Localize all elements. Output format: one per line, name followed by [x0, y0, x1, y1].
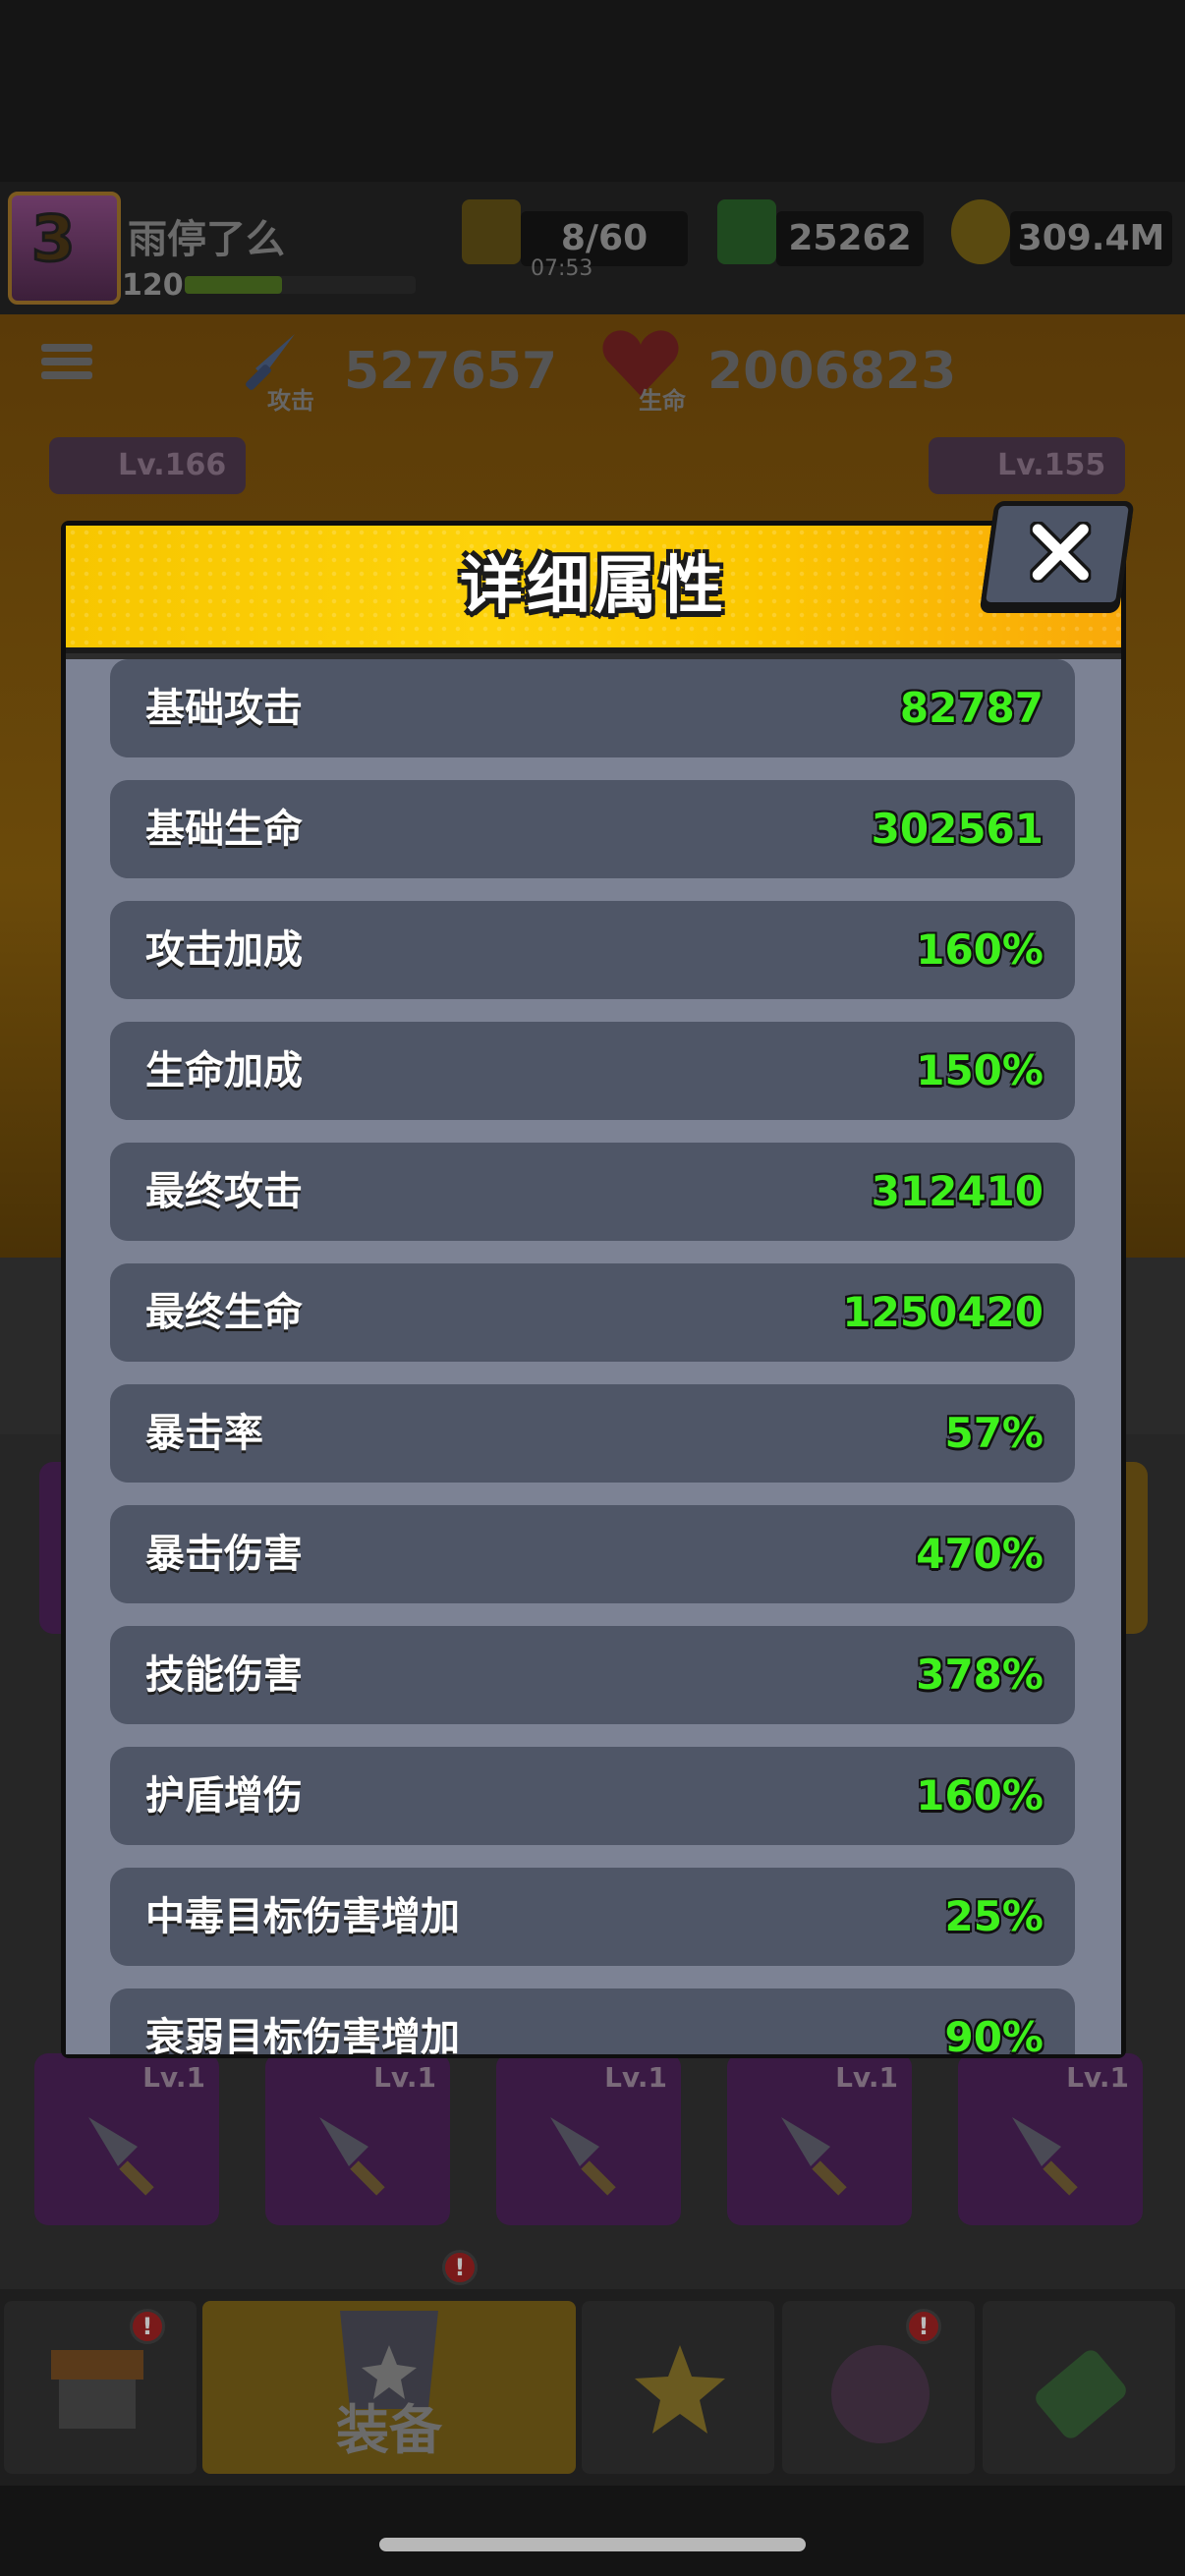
- equipment-card[interactable]: Lv.1: [727, 2053, 912, 2225]
- right-slot-level[interactable]: Lv.155: [929, 437, 1125, 494]
- pets-alert-badge: !: [906, 2309, 941, 2344]
- card-level: Lv.1: [1066, 2061, 1129, 2094]
- attribute-label: 中毒目标伤害增加: [145, 1894, 460, 1939]
- attribute-row: 生命加成 150%: [110, 1022, 1075, 1120]
- kunai-icon: [88, 2117, 154, 2196]
- attribute-value: 160%: [916, 925, 1044, 974]
- kunai-icon: [781, 2117, 847, 2196]
- attribute-label: 生命加成: [145, 1048, 303, 1093]
- coin-counter: 309.4M: [1010, 211, 1172, 266]
- attribute-row: 衰弱目标伤害增加 90%: [110, 1988, 1075, 2054]
- gem-counter: 25262: [776, 211, 924, 266]
- attribute-value: 1250420: [842, 1288, 1044, 1336]
- nav-equipment-label: 装备: [336, 2399, 442, 2461]
- attribute-row: 中毒目标伤害增加 25%: [110, 1868, 1075, 1966]
- shop-alert-badge: !: [130, 2309, 165, 2344]
- attribute-value: 312410: [871, 1167, 1044, 1215]
- attribute-row: 最终生命 1250420: [110, 1263, 1075, 1362]
- player-avatar[interactable]: 3: [8, 192, 121, 305]
- left-slot-level[interactable]: Lv.166: [49, 437, 246, 494]
- attribute-row: 暴击伤害 470%: [110, 1505, 1075, 1603]
- attribute-value: 302561: [871, 805, 1044, 853]
- attribute-row: 护盾增伤 160%: [110, 1747, 1075, 1845]
- energy-timer: 07:53: [531, 256, 593, 281]
- attributes-modal: 详细属性 基础攻击 82787 基础生命 302561 攻击加成 160% 生命…: [61, 521, 1126, 2058]
- attack-total-value: 527657: [344, 342, 558, 401]
- player-level: 120: [122, 268, 184, 303]
- attribute-list[interactable]: 基础攻击 82787 基础生命 302561 攻击加成 160% 生命加成 15…: [66, 659, 1121, 2054]
- attribute-row: 攻击加成 160%: [110, 901, 1075, 999]
- attribute-row: 基础攻击 82787: [110, 659, 1075, 757]
- kunai-icon: [550, 2117, 616, 2196]
- hp-total-label: 生命: [639, 387, 686, 415]
- top-resource-bar: 3 雨停了么 120 8/60 07:53 25262 309.4M: [0, 182, 1185, 314]
- orb-icon: [831, 2345, 930, 2443]
- nav-gene[interactable]: [983, 2301, 1175, 2474]
- attribute-label: 最终生命: [145, 1290, 303, 1335]
- dna-scroll-icon: [1036, 2350, 1126, 2438]
- kunai-icon: [319, 2117, 385, 2196]
- attribute-value: 90%: [944, 2013, 1044, 2054]
- attribute-label: 技能伤害: [145, 1652, 303, 1698]
- star-swords-icon: [635, 2345, 725, 2434]
- card-level: Lv.1: [604, 2061, 667, 2094]
- attribute-label: 暴击伤害: [145, 1532, 303, 1577]
- attribute-label: 基础攻击: [145, 686, 303, 731]
- attribute-label: 攻击加成: [145, 927, 303, 973]
- attribute-value: 150%: [916, 1046, 1044, 1094]
- attribute-label: 暴击率: [145, 1411, 263, 1456]
- equipment-alert-badge: !: [442, 2250, 478, 2285]
- modal-header: 详细属性: [66, 526, 1121, 653]
- attack-total-label: 攻击: [267, 387, 314, 415]
- attribute-value: 378%: [916, 1651, 1044, 1699]
- energy-icon[interactable]: [462, 199, 521, 264]
- attribute-label: 基础生命: [145, 807, 303, 852]
- coin-icon[interactable]: [951, 199, 1010, 264]
- hp-total-value: 2006823: [707, 342, 957, 401]
- close-button[interactable]: [980, 501, 1135, 607]
- nav-skills[interactable]: [582, 2301, 774, 2474]
- attribute-label: 最终攻击: [145, 1169, 303, 1214]
- modal-title: 详细属性: [460, 550, 727, 623]
- nav-pets[interactable]: !: [782, 2301, 975, 2474]
- bottom-navigation: ! ! 装备 !: [0, 2250, 1185, 2486]
- attribute-label: 护盾增伤: [145, 1773, 303, 1819]
- kunai-icon: [1012, 2117, 1078, 2196]
- attribute-value: 57%: [944, 1409, 1044, 1457]
- card-level: Lv.1: [835, 2061, 898, 2094]
- equipment-card[interactable]: Lv.1: [34, 2053, 219, 2225]
- nav-equipment[interactable]: ! 装备: [202, 2250, 576, 2474]
- home-indicator[interactable]: [379, 2538, 806, 2551]
- attribute-label: 衰弱目标伤害增加: [145, 2015, 460, 2054]
- status-bar-area: [0, 0, 1185, 182]
- attribute-value: 82787: [899, 684, 1044, 732]
- attribute-value: 470%: [916, 1530, 1044, 1578]
- player-name: 雨停了么: [128, 217, 285, 262]
- shop-icon: [51, 2350, 143, 2429]
- gem-icon[interactable]: [717, 199, 776, 264]
- close-x-icon: [1030, 522, 1092, 583]
- equipment-card[interactable]: Lv.1: [496, 2053, 681, 2225]
- equipment-card[interactable]: Lv.1: [958, 2053, 1143, 2225]
- attribute-row: 技能伤害 378%: [110, 1626, 1075, 1724]
- nav-shop[interactable]: !: [4, 2301, 197, 2474]
- equipment-card[interactable]: Lv.1: [265, 2053, 450, 2225]
- attribute-value: 25%: [944, 1892, 1044, 1940]
- attribute-row: 暴击率 57%: [110, 1384, 1075, 1483]
- xp-progress-bar: [185, 276, 416, 294]
- player-rank-badge: 3: [30, 202, 78, 278]
- attribute-row: 基础生命 302561: [110, 780, 1075, 878]
- attribute-row: 最终攻击 312410: [110, 1143, 1075, 1241]
- attribute-value: 160%: [916, 1771, 1044, 1820]
- card-level: Lv.1: [373, 2061, 436, 2094]
- menu-icon[interactable]: [41, 344, 92, 391]
- card-level: Lv.1: [142, 2061, 205, 2094]
